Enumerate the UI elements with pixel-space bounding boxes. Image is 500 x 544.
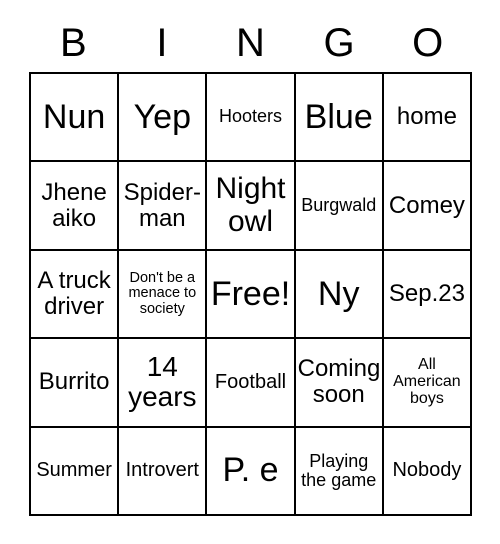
bingo-cell-label: Sep.23 <box>388 280 465 308</box>
bingo-cell-b1[interactable]: Nun <box>31 74 120 163</box>
bingo-cell-label: A truck driver <box>37 267 111 320</box>
bingo-row: Burrito 14 years Football Coming soon Al… <box>31 339 473 428</box>
bingo-row: Jhene aiko Spider-man Night owl Burgwald… <box>31 162 473 251</box>
bingo-cell-label: Coming soon <box>297 355 381 409</box>
bingo-cell-label: Comey <box>388 191 465 219</box>
bingo-cell-g3[interactable]: Ny <box>295 250 384 340</box>
bingo-cell-o3[interactable]: Sep.23 <box>383 250 473 340</box>
bingo-cell-i4[interactable]: 14 years <box>119 339 208 428</box>
bingo-cell-label: home <box>396 103 457 131</box>
bingo-cell-n2[interactable]: Night owl <box>207 162 296 251</box>
bingo-cell-g2[interactable]: Burgwald <box>295 162 384 251</box>
bingo-cell-o5[interactable]: Nobody <box>383 427 473 516</box>
bingo-cell-label: Hooters <box>218 106 283 127</box>
bingo-row: Summer Introvert P. e Playing the game N… <box>31 427 473 516</box>
bingo-cell-free-space[interactable]: Free! <box>207 250 296 340</box>
bingo-cell-label: Nun <box>42 97 106 136</box>
bingo-cell-g5[interactable]: Playing the game <box>295 427 384 516</box>
bingo-cell-b5[interactable]: Summer <box>31 427 120 516</box>
bingo-row: A truck driver Don't be a menace to soci… <box>31 250 473 340</box>
bingo-cell-n4[interactable]: Football <box>207 339 296 428</box>
bingo-cell-label: Football <box>214 370 287 393</box>
bingo-cell-label: Summer <box>36 458 112 481</box>
header-letter-b: B <box>59 21 87 65</box>
bingo-cell-n5[interactable]: P. e <box>207 427 296 516</box>
bingo-cell-g4[interactable]: Coming soon <box>295 339 384 428</box>
bingo-cell-label: Playing the game <box>301 450 377 490</box>
bingo-cell-label: Burgwald <box>301 194 377 215</box>
bingo-cell-i3[interactable]: Don't be a menace to society <box>119 250 208 340</box>
bingo-cell-label: Ny <box>317 274 360 313</box>
bingo-cell-label: Night owl <box>215 172 286 238</box>
bingo-cell-i1[interactable]: Yep <box>119 74 208 163</box>
bingo-cell-o1[interactable]: home <box>383 74 473 163</box>
bingo-cell-o2[interactable]: Comey <box>383 162 473 251</box>
bingo-cell-b3[interactable]: A truck driver <box>31 250 120 340</box>
bingo-cell-label: Don't be a menace to society <box>128 270 197 317</box>
bingo-cell-g1[interactable]: Blue <box>295 74 384 163</box>
bingo-cell-label: All American boys <box>393 356 461 407</box>
bingo-cell-label: P. e <box>222 451 279 490</box>
bingo-header: B I N G O <box>29 14 472 72</box>
header-letter-n: N <box>236 21 265 65</box>
bingo-cell-o4[interactable]: All American boys <box>383 339 473 428</box>
bingo-card: B I N G O Nun Yep Hooters Blue home Jhen… <box>29 14 473 516</box>
bingo-cell-label: Introvert <box>125 458 199 481</box>
bingo-cell-label: Blue <box>304 97 373 136</box>
header-letter-o: O <box>412 21 444 65</box>
bingo-cell-label: 14 years <box>128 351 197 413</box>
header-letter-i: I <box>156 21 168 65</box>
bingo-row: Nun Yep Hooters Blue home <box>31 74 473 163</box>
free-space-label: Free! <box>210 274 291 313</box>
header-letter-g: G <box>323 21 355 65</box>
bingo-cell-b2[interactable]: Jhene aiko <box>31 162 120 251</box>
bingo-cell-label: Spider-man <box>123 178 201 232</box>
bingo-grid: Nun Yep Hooters Blue home Jhene aiko Spi… <box>29 72 473 516</box>
bingo-cell-i2[interactable]: Spider-man <box>119 162 208 251</box>
bingo-cell-label: Nobody <box>392 458 462 481</box>
bingo-cell-label: Jhene aiko <box>41 178 107 232</box>
bingo-cell-i5[interactable]: Introvert <box>119 427 208 516</box>
bingo-cell-b4[interactable]: Burrito <box>31 339 120 428</box>
bingo-cell-label: Burrito <box>38 368 110 396</box>
bingo-cell-label: Yep <box>133 97 191 136</box>
bingo-cell-n1[interactable]: Hooters <box>207 74 296 163</box>
